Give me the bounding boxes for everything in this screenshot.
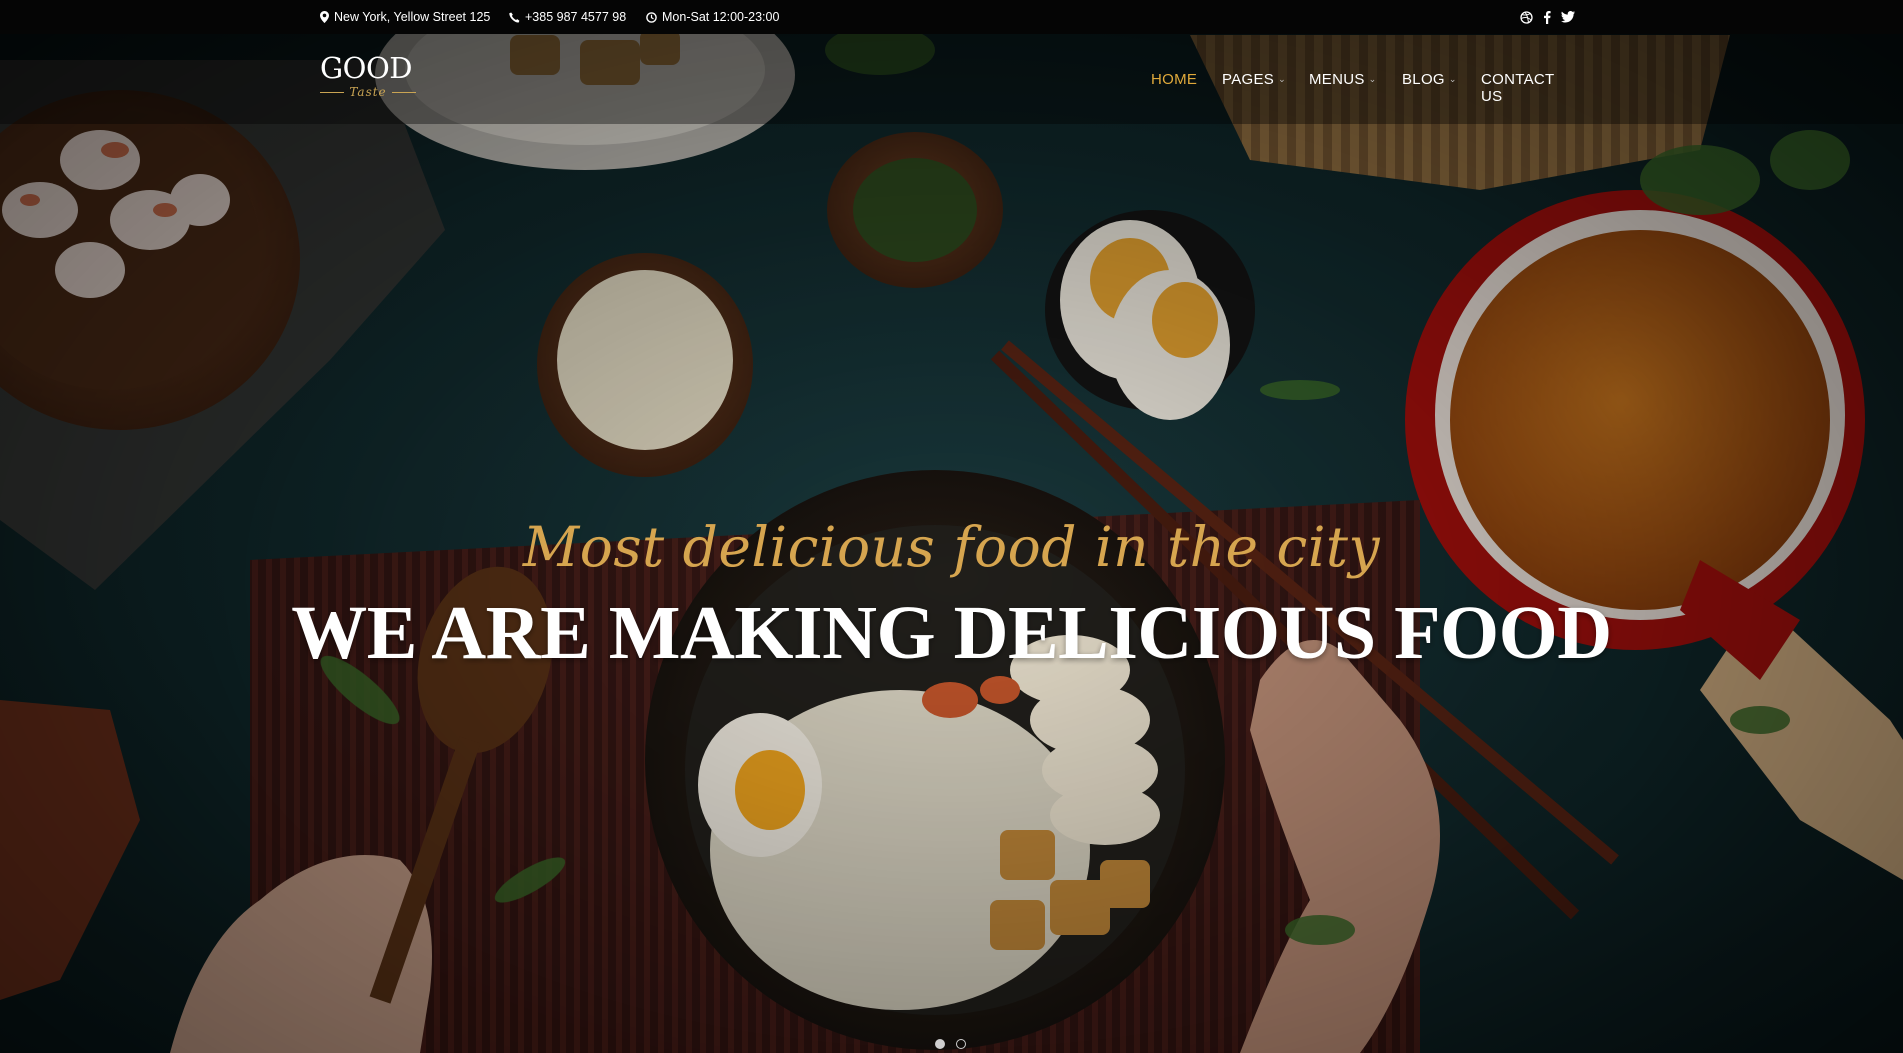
- chevron-down-icon: ⌄: [1448, 74, 1457, 84]
- nav-label-blog: BLOG: [1402, 71, 1445, 88]
- nav-label-home: HOME: [1151, 71, 1198, 88]
- top-info-bar: New York, Yellow Street 125 +385 987 457…: [0, 0, 1903, 34]
- main-navbar: GOOD Taste HOME PAGES ⌄ MENUS ⌄ BLOG ⌄ C…: [0, 34, 1903, 124]
- address-info: New York, Yellow Street 125: [320, 0, 490, 34]
- site-logo[interactable]: GOOD Taste: [320, 54, 420, 104]
- logo-sub-text: Taste: [349, 85, 387, 99]
- nav-item-blog[interactable]: BLOG ⌄: [1402, 71, 1457, 88]
- slider-dot-2[interactable]: [956, 1039, 966, 1049]
- slider-dot-1[interactable]: [935, 1039, 945, 1049]
- hero-kicker: Most delicious food in the city: [522, 515, 1381, 579]
- nav-label-contact: CONTACT US: [1481, 71, 1555, 105]
- chevron-down-icon: ⌄: [1278, 74, 1286, 84]
- hours-info: Mon-Sat 12:00-23:00: [646, 0, 779, 34]
- social-links: [1510, 0, 1575, 34]
- nav-item-contact[interactable]: CONTACT US: [1481, 71, 1554, 105]
- nav-label-menus: MENUS: [1309, 71, 1365, 88]
- phone-info: +385 987 4577 98: [509, 0, 626, 34]
- nav-item-pages[interactable]: PAGES ⌄: [1222, 71, 1286, 88]
- nav-item-home[interactable]: HOME: [1151, 71, 1197, 88]
- twitter-icon[interactable]: [1561, 11, 1575, 23]
- nav-item-menus[interactable]: MENUS ⌄: [1309, 71, 1377, 88]
- chevron-down-icon: ⌄: [1368, 74, 1377, 84]
- slider-pagination: [935, 1039, 977, 1049]
- map-marker-icon: [320, 11, 329, 23]
- dribbble-icon[interactable]: [1520, 10, 1533, 24]
- nav-label-pages: PAGES: [1222, 71, 1275, 88]
- address-text: New York, Yellow Street 125: [334, 10, 491, 24]
- hero-headline: WE ARE MAKING DELICIOUS FOOD: [291, 591, 1612, 675]
- facebook-icon[interactable]: [1543, 10, 1551, 24]
- hours-text: Mon-Sat 12:00-23:00: [662, 10, 780, 24]
- phone-icon: [509, 12, 520, 23]
- logo-main-text: GOOD: [320, 51, 412, 85]
- phone-text[interactable]: +385 987 4577 98: [525, 10, 626, 24]
- clock-icon: [646, 11, 657, 23]
- logo-subtitle: Taste: [320, 85, 416, 99]
